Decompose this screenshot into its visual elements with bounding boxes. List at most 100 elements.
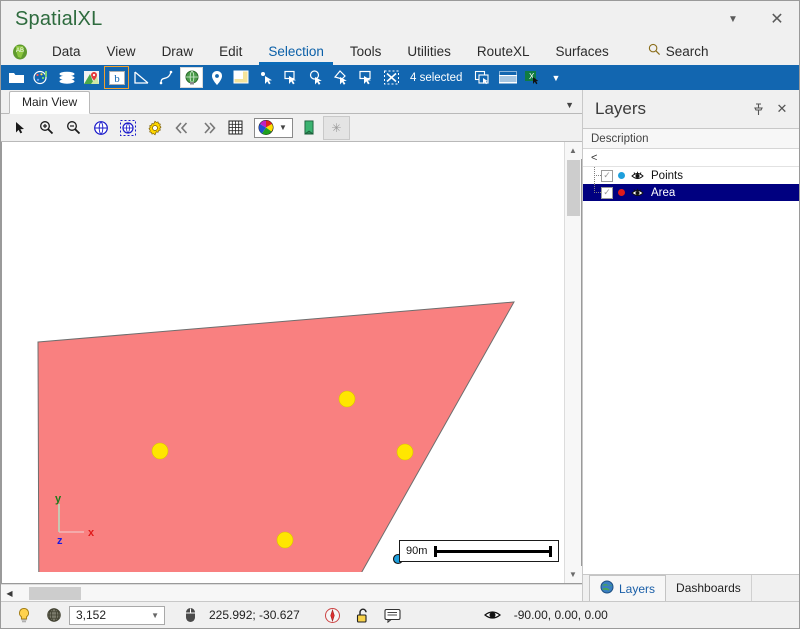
scroll-down-chevron-icon[interactable]: ▼ bbox=[564, 566, 582, 583]
map-view[interactable]: y x z 90m bbox=[2, 142, 564, 583]
zoom-in-icon[interactable] bbox=[34, 117, 59, 139]
layer-row-area[interactable]: ✓ Area bbox=[583, 184, 799, 201]
menu-item-surfaces[interactable]: Surfaces bbox=[542, 37, 621, 65]
open-folder-icon[interactable] bbox=[5, 67, 28, 88]
scale-combo[interactable]: 3,152 ▼ bbox=[69, 605, 165, 625]
settings-gear-icon[interactable] bbox=[142, 117, 167, 139]
globe-icon bbox=[600, 580, 614, 597]
map-point-selected[interactable] bbox=[338, 390, 356, 408]
unlocked-padlock-icon[interactable] bbox=[348, 607, 378, 624]
application-window: SpatialXL ▼ ✕ AB Data View Draw Edit Sel… bbox=[0, 0, 800, 629]
curve-xy-icon[interactable] bbox=[155, 67, 178, 88]
globe-zoom-extent-icon[interactable] bbox=[88, 117, 113, 139]
copy-selection-icon[interactable] bbox=[471, 67, 494, 88]
window-menu-caret-icon[interactable]: ▼ bbox=[711, 4, 755, 34]
pointer-arrow-icon[interactable] bbox=[7, 117, 32, 139]
map-vertical-scrollbar[interactable]: ▲ ▼ bbox=[564, 142, 582, 583]
cursor-coordinates: 225.992; -30.627 bbox=[209, 608, 300, 622]
close-icon[interactable]: ✕ bbox=[755, 4, 799, 34]
compass-icon[interactable] bbox=[318, 607, 348, 624]
zoom-out-icon[interactable] bbox=[61, 117, 86, 139]
globe-icon[interactable] bbox=[180, 67, 203, 88]
layer-row-points[interactable]: ✓ Points bbox=[583, 167, 799, 184]
export-excel-icon[interactable]: X bbox=[521, 67, 544, 88]
select-circle-icon[interactable] bbox=[305, 67, 328, 88]
menu-item-edit[interactable]: Edit bbox=[206, 37, 255, 65]
eye-icon[interactable] bbox=[631, 171, 644, 181]
vscroll-thumb[interactable] bbox=[567, 160, 580, 216]
lightbulb-icon[interactable] bbox=[9, 607, 39, 624]
layer-name-label: Points bbox=[651, 169, 683, 182]
layer-color-swatch bbox=[618, 172, 625, 179]
color-theme-chevron-down-icon[interactable]: ▼ bbox=[276, 123, 290, 132]
window-controls: ▼ ✕ bbox=[711, 1, 799, 37]
clear-selection-icon[interactable] bbox=[380, 67, 403, 88]
layers-panel-title: Layers bbox=[595, 99, 647, 118]
note-page-icon[interactable] bbox=[230, 67, 253, 88]
boundary-icon[interactable]: b bbox=[104, 66, 129, 89]
dock-tabstrip: Layers Dashboards bbox=[583, 575, 799, 601]
svg-text:x: x bbox=[88, 527, 95, 539]
select-rectangle-icon[interactable] bbox=[280, 67, 303, 88]
menu-item-routexl[interactable]: RouteXL bbox=[464, 37, 543, 65]
layers-list-panel: Description < ✓ Points ✓ Area bbox=[583, 128, 799, 575]
menu-item-utilities[interactable]: Utilities bbox=[394, 37, 464, 65]
africa-globe-logo-icon[interactable]: AB bbox=[1, 37, 39, 65]
eye-icon[interactable] bbox=[478, 609, 508, 621]
pin-icon[interactable] bbox=[747, 98, 769, 120]
layers-filter-row[interactable]: < bbox=[583, 149, 799, 167]
eye-icon[interactable] bbox=[631, 188, 644, 198]
tree-connector bbox=[589, 184, 601, 201]
layers-dock-header: Layers ✕ bbox=[583, 90, 799, 128]
select-polygon-icon[interactable] bbox=[330, 67, 353, 88]
tab-layers[interactable]: Layers bbox=[589, 575, 667, 601]
tabstrip-chevron-down-icon[interactable]: ▼ bbox=[565, 100, 574, 110]
comment-icon[interactable] bbox=[378, 608, 408, 623]
grid-icon[interactable] bbox=[223, 117, 248, 139]
previous-extent-icon[interactable] bbox=[169, 117, 194, 139]
snapshot-icon[interactable]: ✳ bbox=[322, 115, 350, 140]
layer-checkbox[interactable]: ✓ bbox=[601, 169, 613, 182]
color-palette-icon[interactable] bbox=[30, 67, 53, 88]
tab-main-view[interactable]: Main View bbox=[9, 91, 91, 114]
select-box-icon[interactable] bbox=[355, 67, 378, 88]
close-icon[interactable]: ✕ bbox=[771, 98, 793, 120]
menu-item-view[interactable]: View bbox=[94, 37, 149, 65]
menu-item-draw[interactable]: Draw bbox=[149, 37, 207, 65]
map-horizontal-scrollbar[interactable]: ◀ bbox=[1, 584, 582, 601]
map-point-selected[interactable] bbox=[151, 442, 169, 460]
tab-dashboards-label: Dashboards bbox=[676, 581, 741, 595]
map-point-selected[interactable] bbox=[276, 531, 294, 549]
document-area: Main View ▼ ▼ ✳ y x z 90m ▲ ▼ ◀ bbox=[1, 90, 582, 601]
search-box[interactable]: Search bbox=[636, 37, 721, 65]
bookmark-flag-icon[interactable] bbox=[297, 117, 322, 139]
ribbon-overflow-chevron-down-icon[interactable]: ▼ bbox=[545, 73, 566, 83]
wireframe-globe-icon[interactable] bbox=[39, 607, 69, 623]
area-polygon[interactable] bbox=[37, 301, 515, 572]
hscroll-thumb[interactable] bbox=[29, 587, 81, 600]
menu-item-selection[interactable]: Selection bbox=[255, 37, 337, 65]
menu-item-data[interactable]: Data bbox=[39, 37, 94, 65]
table-grid-icon[interactable] bbox=[496, 67, 519, 88]
search-label: Search bbox=[665, 43, 709, 59]
scalebar-label: 90m bbox=[406, 545, 428, 557]
scroll-left-chevron-icon[interactable]: ◀ bbox=[1, 585, 18, 602]
scalebar-line bbox=[434, 545, 552, 557]
triangle-measure-icon[interactable] bbox=[130, 67, 153, 88]
next-extent-icon[interactable] bbox=[196, 117, 221, 139]
tab-dashboards[interactable]: Dashboards bbox=[666, 575, 752, 601]
select-point-icon[interactable] bbox=[255, 67, 278, 88]
scale-chevron-down-icon[interactable]: ▼ bbox=[151, 611, 159, 620]
layers-stack-icon[interactable] bbox=[55, 67, 78, 88]
map-point-selected[interactable] bbox=[396, 443, 414, 461]
document-tabstrip: Main View ▼ bbox=[1, 90, 582, 114]
location-marker-icon[interactable] bbox=[205, 67, 228, 88]
title-bar: SpatialXL ▼ ✕ bbox=[1, 1, 799, 37]
globe-zoom-selection-icon[interactable] bbox=[115, 117, 140, 139]
color-theme-picker-icon[interactable]: ▼ bbox=[254, 117, 293, 138]
scroll-up-chevron-icon[interactable]: ▲ bbox=[564, 142, 582, 159]
layer-checkbox[interactable]: ✓ bbox=[601, 186, 613, 199]
map-canvas-container: y x z 90m ▲ ▼ bbox=[1, 142, 582, 584]
map-pin-icon[interactable] bbox=[80, 67, 103, 88]
menu-item-tools[interactable]: Tools bbox=[337, 37, 395, 65]
